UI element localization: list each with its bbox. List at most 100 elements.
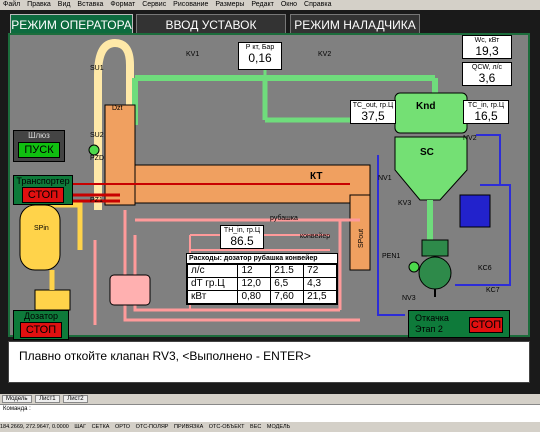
sensor-su2-label: SU2 — [90, 132, 104, 139]
pump — [418, 256, 452, 290]
tab-sheet2[interactable]: Лист2 — [63, 395, 88, 403]
row-dozator: 12 — [237, 264, 272, 278]
chamber-kt-label: КТ — [310, 171, 323, 182]
process-diagram-panel: Р кт, Бар 0,16 Wc, кВт 19,3 QCW, л/с 3,6… — [8, 33, 530, 340]
th-in-readout: TH_in, гр.Ц 86.5 — [220, 225, 264, 249]
condenser-knd-label: Knd — [416, 101, 436, 112]
pumpout-title: Откачка — [415, 313, 449, 323]
tc-in-readout: TC_in, гр.Ц 16,5 — [463, 100, 509, 124]
tab-setpoints[interactable]: ВВОД УСТАВОК — [136, 14, 286, 34]
menu-format[interactable]: Формат — [110, 1, 135, 8]
dozator-stop-button[interactable]: СТОП — [20, 322, 62, 338]
tc-in-value: 16,5 — [474, 109, 498, 123]
dozator-body — [34, 289, 71, 311]
row-unit: кВт — [186, 290, 239, 304]
mode-polar[interactable]: ОТС-ПОЛЯР — [136, 424, 169, 430]
transporter-control: Транспортер СТОП — [13, 175, 73, 205]
gate-title: Шлюз — [28, 131, 50, 140]
mode-osnap[interactable]: ПРИВЯЗКА — [174, 424, 203, 430]
condenser-knd — [394, 92, 468, 134]
row-jacket: 6,5 — [270, 277, 305, 291]
tank-spin-label: SPin — [34, 225, 49, 232]
instruction-message: Плавно откойте клапан RV3, <Выполнено - … — [8, 341, 530, 383]
row-jacket: 7,60 — [270, 290, 305, 304]
layout-tabs: Модель Лист1 Лист2 — [0, 394, 540, 404]
valve-nv3-label: NV3 — [402, 295, 416, 302]
pressure-value: 0,16 — [248, 51, 272, 65]
status-bar: 184.2669, 272.9647, 0.0000 ШАГ СЕТКА ОРТ… — [0, 422, 540, 432]
gate-control: Шлюз ПУСК — [13, 130, 65, 162]
jacket-label: рубашка — [270, 215, 298, 222]
tc-out-value: 37,5 — [361, 109, 385, 123]
tc-out-readout: TC_out, гр.Ц 37,5 — [350, 100, 396, 124]
sensor-su2 — [88, 144, 100, 156]
sensor-su1-label: SU1 — [90, 65, 104, 72]
pumpout-stage: Этап 2 — [415, 324, 443, 334]
dozator-title: Дозатор — [23, 311, 59, 321]
transporter-stop-button[interactable]: СТОП — [22, 187, 64, 203]
table-row: dT гр.Ц 12,0 6,5 4,3 — [186, 277, 337, 291]
mode-lineweight[interactable]: ВЕС — [250, 424, 261, 430]
menu-view[interactable]: Вид — [58, 1, 71, 8]
sensor-pz1-label: PZ1 — [90, 197, 103, 204]
th-in-value: 86.5 — [230, 234, 254, 248]
mode-grid[interactable]: СЕТКА — [92, 424, 110, 430]
tab-operator-mode[interactable]: РЕЖИМ ОПЕРАТОРА — [10, 14, 133, 34]
mode-ortho[interactable]: ОРТО — [115, 424, 130, 430]
menu-file[interactable]: Файл — [3, 1, 20, 8]
valve-kc6-label: KC6 — [478, 265, 492, 272]
tab-setup-mode[interactable]: РЕЖИМ НАЛАДЧИКА — [290, 14, 420, 34]
menu-window[interactable]: Окно — [281, 1, 297, 8]
sensor-pen1 — [408, 261, 420, 273]
table-row: л/с 12 21.5 72 — [186, 264, 337, 278]
dozator-control: Дозатор СТОП — [13, 310, 69, 340]
valve-kv1-label: KV1 — [186, 51, 200, 58]
flow-readout: QCW, л/с 3,6 — [462, 62, 512, 86]
menu-dimensions[interactable]: Размеры — [215, 1, 244, 8]
menu-bar: Файл Правка Вид Вставка Формат Сервис Ри… — [0, 0, 540, 10]
coords-readout: 184.2669, 272.9647, 0.0000 — [0, 424, 69, 430]
sensor-pen1-label: PEN1 — [382, 253, 401, 260]
tab-sheet1[interactable]: Лист1 — [35, 395, 60, 403]
menu-edit[interactable]: Правка — [27, 1, 51, 8]
menu-draw[interactable]: Рисование — [173, 1, 208, 8]
row-unit: л/с — [186, 264, 239, 278]
separator-sc-label: SC — [420, 147, 434, 158]
table-row: кВт 0,80 7,60 21,5 — [186, 290, 337, 304]
gate-start-button[interactable]: ПУСК — [18, 142, 60, 158]
tank-spin — [19, 204, 61, 271]
mode-snap[interactable]: ШАГ — [74, 424, 86, 430]
transporter-title: Транспортер — [16, 176, 70, 186]
heater-pump — [109, 274, 151, 306]
valve-kv2-label: KV2 — [318, 51, 332, 58]
command-prompt: Команда : — [3, 406, 31, 412]
menu-insert[interactable]: Вставка — [77, 1, 103, 8]
row-conveyor: 4,3 — [303, 277, 337, 291]
row-conveyor: 21,5 — [303, 290, 337, 304]
conveyor-label: конвейер — [300, 233, 331, 240]
row-dozator: 0,80 — [237, 290, 272, 304]
row-unit: dT гр.Ц — [186, 277, 239, 291]
command-line[interactable]: Команда : — [0, 404, 540, 422]
menu-help[interactable]: Справка — [304, 1, 331, 8]
menu-tools[interactable]: Сервис — [142, 1, 166, 8]
valve-kv3-label: KV3 — [398, 200, 412, 207]
row-dozator: 12,0 — [237, 277, 272, 291]
pumpout-control: Откачка Этап 2 СТОП — [408, 310, 510, 338]
mode-model[interactable]: МОДЕЛЬ — [267, 424, 290, 430]
pumpout-stop-button[interactable]: СТОП — [469, 317, 503, 333]
tab-model[interactable]: Модель — [2, 395, 32, 403]
menu-modify[interactable]: Редакт — [251, 1, 273, 8]
consumption-header: Расходы: дозатор рубашка конвейер — [187, 254, 337, 264]
pressure-readout: Р кт, Бар 0,16 — [238, 42, 282, 70]
mode-otrack[interactable]: ОТС-ОБЪЕКТ — [209, 424, 245, 430]
valve-kc7-label: KC7 — [486, 287, 500, 294]
consumption-table: Расходы: дозатор рубашка конвейер л/с 12… — [186, 253, 338, 305]
dzt-column — [104, 104, 136, 206]
valve-nv2-label: NV2 — [463, 135, 477, 142]
receiver-tank — [459, 194, 491, 228]
dzt-label: Dzt — [112, 105, 123, 112]
row-jacket: 21.5 — [270, 264, 305, 278]
valve-nv1-label: NV1 — [378, 175, 392, 182]
spout-label: SPout — [358, 228, 366, 249]
